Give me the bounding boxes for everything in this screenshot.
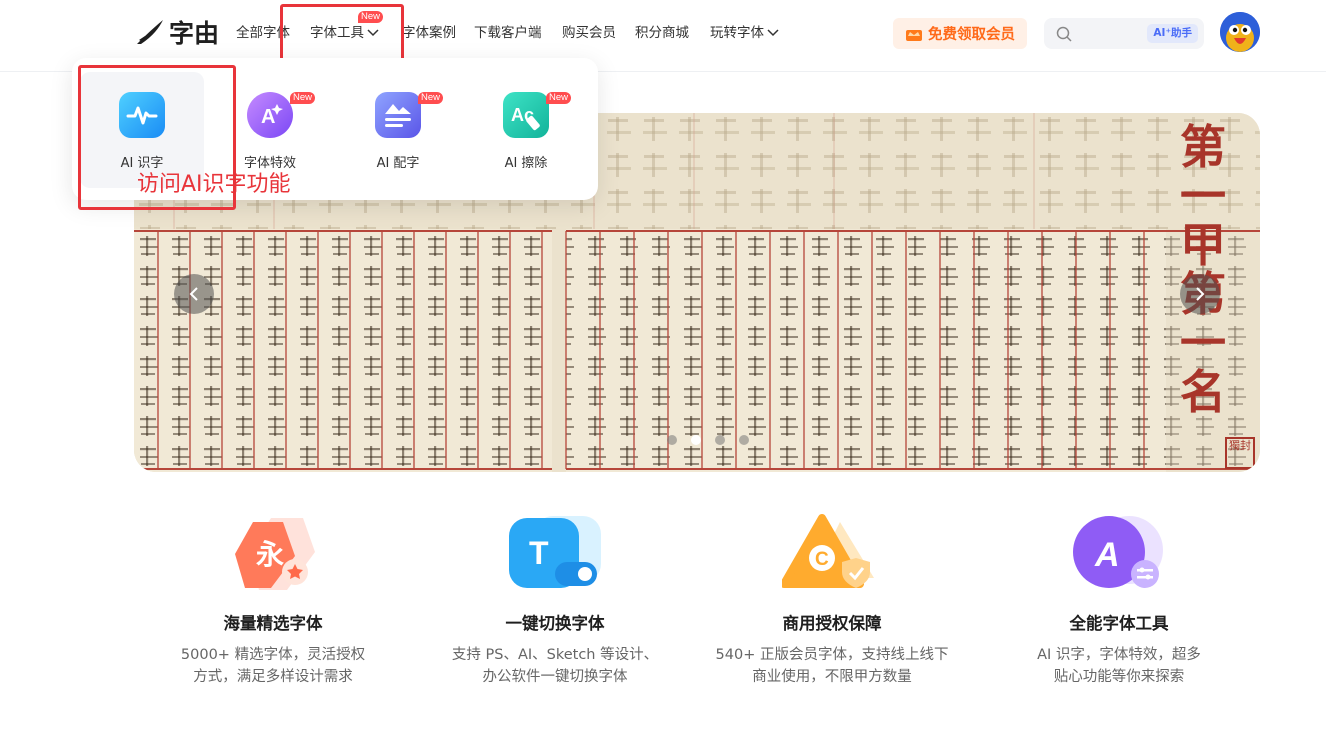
ai-helper-button[interactable]: AI⁺助手 xyxy=(1147,24,1198,43)
font-switch-icon: T xyxy=(509,516,601,588)
pagination-dot[interactable] xyxy=(667,435,677,445)
feature-title: 海量精选字体 xyxy=(223,614,323,633)
banner-next-button[interactable] xyxy=(1180,274,1220,314)
ai-caption-icon xyxy=(375,92,421,138)
commercial-license-icon: C xyxy=(782,514,874,588)
banner-prev-button[interactable] xyxy=(174,274,214,314)
user-avatar[interactable] xyxy=(1220,12,1260,52)
feature-desc-line1: 5000+ 精选字体，灵活授权 xyxy=(180,647,366,663)
chevron-left-icon xyxy=(189,287,198,301)
feature-desc-line1: 540+ 正版会员字体，支持线上线下 xyxy=(715,647,949,663)
tool-ai-erase[interactable]: Ac New AI 擦除 xyxy=(464,72,588,188)
font-tools-icon: A xyxy=(1073,516,1163,588)
nav-points-mall[interactable]: 积分商城 xyxy=(635,22,689,44)
feature-title: 全能字体工具 xyxy=(1069,614,1169,633)
tool-ai-erase-label: AI 擦除 xyxy=(504,156,548,171)
new-badge: New xyxy=(290,92,316,104)
font-library-icon: 永 xyxy=(235,518,315,590)
feature-desc-line2: 贴心功能等你来探索 xyxy=(1053,669,1185,685)
pagination-dot[interactable] xyxy=(715,435,725,445)
feature-title: 一键切换字体 xyxy=(505,614,605,633)
nav-buy-membership[interactable]: 购买会员 xyxy=(562,22,616,44)
svg-text:T: T xyxy=(529,535,549,571)
chevron-down-icon xyxy=(767,29,779,37)
new-badge: New xyxy=(358,11,384,23)
tool-ai-caption[interactable]: New AI 配字 xyxy=(336,72,460,188)
nav-all-fonts[interactable]: 全部字体 xyxy=(236,22,290,44)
feature-commercial-license: C 商用授权保障 540+ 正版会员字体，支持线上线下 商业使用，不限甲方数量 xyxy=(712,512,952,688)
free-vip-label: 免费领取会员 xyxy=(928,27,1015,43)
brush-logo-icon xyxy=(137,20,163,44)
font-effect-icon: A xyxy=(247,92,293,138)
nav-download-client[interactable]: 下载客户端 xyxy=(474,22,542,44)
feature-desc-line2: 办公软件一键切换字体 xyxy=(482,669,628,685)
new-badge: New xyxy=(546,92,572,104)
feature-description: AI 识字，字体特效，超多 贴心功能等你来探索 xyxy=(999,644,1239,688)
chevron-right-icon xyxy=(1196,287,1205,301)
feature-title: 商用授权保障 xyxy=(782,614,882,633)
search-icon xyxy=(1056,26,1072,42)
feature-description: 5000+ 精选字体，灵活授权 方式，满足多样设计需求 xyxy=(153,644,393,688)
pagination-dot-active[interactable] xyxy=(691,435,701,445)
feature-font-library: 永 海量精选字体 5000+ 精选字体，灵活授权 方式，满足多样设计需求 xyxy=(153,512,393,688)
nav-font-tools-label: 字体工具 xyxy=(310,25,364,41)
annotation-text: 访问AI识字功能 xyxy=(137,172,291,197)
feature-desc-line2: 方式，满足多样设计需求 xyxy=(193,669,353,685)
search-box[interactable]: AI⁺助手 xyxy=(1044,18,1204,49)
new-badge: New xyxy=(418,92,444,104)
svg-text:A: A xyxy=(1094,536,1120,574)
nav-font-tools[interactable]: 字体工具 New xyxy=(310,11,384,44)
logo[interactable]: 字由 xyxy=(135,16,219,48)
ai-recognize-icon xyxy=(119,92,165,138)
feature-desc-line2: 商业使用，不限甲方数量 xyxy=(752,669,912,685)
nav-play-fonts-label: 玩转字体 xyxy=(710,25,764,41)
bird-avatar-icon xyxy=(1220,12,1260,52)
tool-ai-caption-label: AI 配字 xyxy=(376,156,420,171)
svg-text:C: C xyxy=(815,549,829,570)
crown-icon xyxy=(906,29,922,41)
chevron-down-icon xyxy=(367,29,379,37)
feature-desc-line1: 支持 PS、AI、Sketch 等设计、 xyxy=(451,647,659,663)
banner-headline: 第一甲第一名 xyxy=(1180,120,1226,419)
feature-description: 支持 PS、AI、Sketch 等设计、 办公软件一键切换字体 xyxy=(435,644,675,688)
nav-font-cases[interactable]: 字体案例 xyxy=(402,22,456,44)
feature-description: 540+ 正版会员字体，支持线上线下 商业使用，不限甲方数量 xyxy=(712,644,952,688)
logo-text: 字由 xyxy=(169,19,220,48)
banner-pagination xyxy=(667,435,749,445)
feature-font-switch: T 一键切换字体 支持 PS、AI、Sketch 等设计、 办公软件一键切换字体 xyxy=(435,512,675,688)
pagination-dot[interactable] xyxy=(739,435,749,445)
feature-desc-line1: AI 识字，字体特效，超多 xyxy=(1037,647,1201,663)
banner-seal: 獨封 xyxy=(1229,439,1251,452)
nav-play-fonts[interactable]: 玩转字体 xyxy=(710,22,779,44)
svg-text:永: 永 xyxy=(256,538,284,571)
ai-erase-icon: Ac xyxy=(503,92,549,138)
feature-font-tools: A 全能字体工具 AI 识字，字体特效，超多 贴心功能等你来探索 xyxy=(999,512,1239,688)
free-vip-button[interactable]: 免费领取会员 xyxy=(893,18,1027,49)
